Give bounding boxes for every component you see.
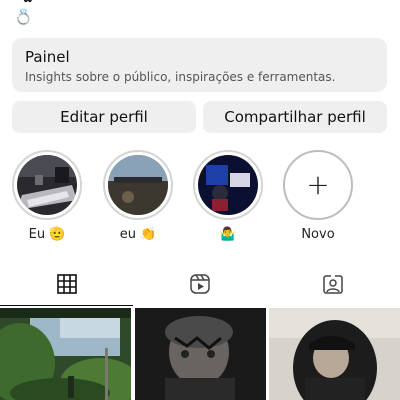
highlight-thumbnail [17, 155, 77, 215]
reels-icon [189, 274, 210, 294]
highlight-ring: + [283, 150, 353, 220]
panel-title: Painel [25, 48, 70, 66]
highlight-1[interactable]: Eu 🫡 [10, 150, 84, 244]
highlight-label: Eu 🫡 [28, 227, 66, 242]
tab-posts[interactable] [0, 262, 133, 306]
highlight-2[interactable]: eu 👏 [101, 150, 175, 244]
highlight-ring [193, 150, 263, 220]
cut-off-text: ✿ [22, 0, 34, 6]
highlight-3[interactable]: 🤷‍♂️ [191, 150, 265, 244]
panel-subtitle: Insights sobre o público, inspirações e … [25, 70, 336, 84]
grid-icon [56, 274, 77, 294]
ring-emoji: 💍 [14, 8, 33, 26]
plus-icon: + [306, 168, 330, 201]
dashboard-panel[interactable]: Painel Insights sobre o público, inspira… [12, 38, 387, 92]
highlight-ring [12, 150, 82, 220]
highlight-ring [103, 150, 173, 220]
highlight-label: 🤷‍♂️ [219, 227, 237, 242]
share-profile-button[interactable]: Compartilhar perfil [203, 101, 387, 133]
active-tab-indicator [0, 305, 133, 306]
profile-header-fragment: ✿ 💍 [0, 0, 400, 32]
highlight-thumbnail [198, 155, 258, 215]
grid-post-3[interactable] [269, 308, 400, 400]
tagged-icon [322, 275, 343, 294]
highlight-label: eu 👏 [119, 227, 157, 242]
highlight-thumbnail [108, 155, 168, 215]
edit-profile-button[interactable]: Editar perfil [12, 101, 196, 133]
tab-tagged[interactable] [266, 262, 399, 306]
tab-reels[interactable] [133, 262, 266, 306]
highlight-label: Novo [301, 227, 335, 242]
profile-tabs [0, 262, 400, 306]
grid-post-1[interactable] [0, 308, 131, 400]
new-highlight[interactable]: + Novo [281, 150, 355, 244]
grid-post-2[interactable] [135, 308, 266, 400]
